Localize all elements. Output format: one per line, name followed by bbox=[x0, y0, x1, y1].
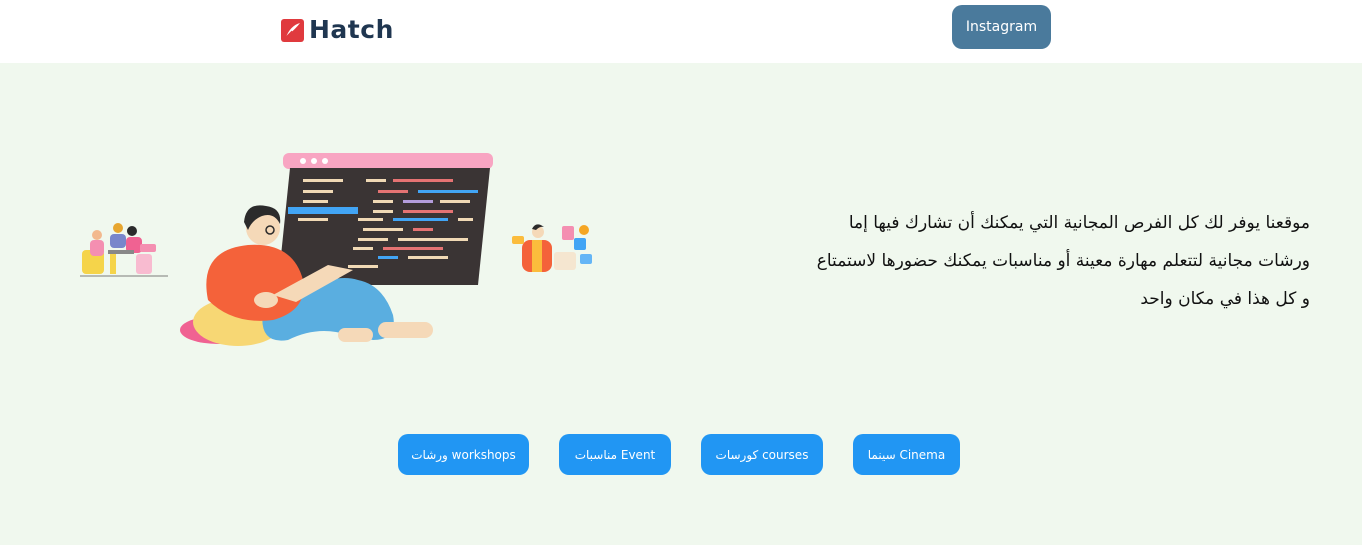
events-button[interactable]: مناسبات Event bbox=[559, 434, 671, 475]
group-people-illustration bbox=[80, 223, 168, 277]
category-buttons: سينما Cinema كورسات courses مناسبات Even… bbox=[0, 434, 1362, 475]
courses-button[interactable]: كورسات courses bbox=[701, 434, 823, 475]
shopping-person-illustration bbox=[512, 224, 592, 272]
intro-line-1: موقعنا يوفر لك كل الفرص المجانية التي يم… bbox=[848, 213, 1310, 233]
logo-text: Hatch bbox=[309, 15, 394, 44]
intro-line-3: و كل هذا في مكان واحد bbox=[1140, 289, 1310, 309]
logo[interactable]: Hatch bbox=[281, 15, 394, 45]
intro-text: موقعنا يوفر لك كل الفرص المجانية التي يم… bbox=[690, 204, 1310, 318]
instagram-button[interactable]: Instagram bbox=[952, 5, 1051, 49]
intro-line-2: ورشات مجانية لتتعلم مهارة معينة أو مناسب… bbox=[816, 251, 1310, 271]
cinema-button[interactable]: سينما Cinema bbox=[853, 434, 960, 475]
feather-logo-icon bbox=[281, 18, 304, 42]
developer-illustration bbox=[180, 153, 493, 346]
workshops-button[interactable]: ورشات workshops bbox=[398, 434, 529, 475]
top-header: Hatch Instagram bbox=[0, 0, 1362, 63]
